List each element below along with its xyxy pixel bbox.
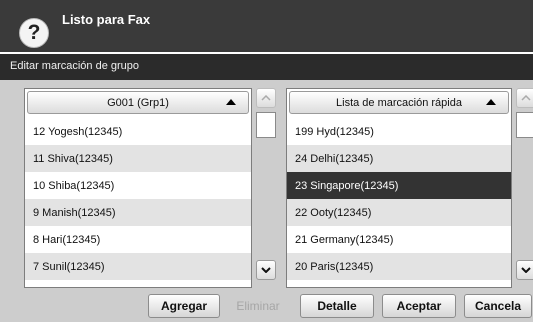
group-list-header[interactable]: G001 (Grp1) — [27, 91, 249, 114]
scroll-down-button[interactable] — [516, 260, 533, 280]
scroll-down-button[interactable] — [256, 260, 276, 280]
list-item[interactable]: 22 Ooty(12345) — [287, 199, 511, 226]
help-icon[interactable]: ? — [19, 18, 49, 48]
scroll-up-button[interactable] — [516, 88, 533, 108]
list-item-selected[interactable]: 23 Singapore(12345) — [287, 172, 511, 199]
list-item[interactable]: 20 Paris(12345) — [287, 253, 511, 280]
scroll-thumb[interactable] — [256, 112, 276, 138]
chevron-up-icon — [261, 95, 271, 101]
chevron-down-icon — [521, 267, 531, 273]
list-item[interactable]: 10 Shiba(12345) — [25, 172, 251, 199]
list-item[interactable]: 7 Sunil(12345) — [25, 253, 251, 280]
cancel-button[interactable]: Cancela — [464, 294, 532, 318]
speed-dial-list-title: Lista de marcación rápida — [336, 96, 462, 109]
chevron-up-icon — [521, 95, 531, 101]
delete-button[interactable]: Eliminar — [224, 294, 292, 318]
group-scrollbar[interactable] — [256, 88, 276, 288]
group-list-title: G001 (Grp1) — [107, 96, 169, 109]
chevron-down-icon — [261, 267, 271, 273]
list-item[interactable]: 9 Manish(12345) — [25, 199, 251, 226]
sort-up-icon — [486, 99, 496, 105]
speed-dial-list: Lista de marcación rápida 199 Hyd(12345)… — [286, 88, 512, 288]
speed-dial-list-header[interactable]: Lista de marcación rápida — [289, 91, 509, 114]
page-title: Editar marcación de grupo — [10, 60, 140, 72]
scroll-up-button[interactable] — [256, 88, 276, 108]
speed-dial-scrollbar[interactable] — [516, 88, 533, 288]
scroll-thumb[interactable] — [516, 112, 533, 138]
list-item[interactable]: 199 Hyd(12345) — [287, 118, 511, 145]
accept-button[interactable]: Aceptar — [382, 294, 456, 318]
list-item[interactable]: 8 Hari(12345) — [25, 226, 251, 253]
sort-up-icon — [226, 99, 236, 105]
status-text: Listo para Fax — [62, 12, 151, 27]
add-button[interactable]: Agregar — [148, 294, 220, 318]
list-item[interactable]: 24 Delhi(12345) — [287, 145, 511, 172]
group-list: G001 (Grp1) 12 Yogesh(12345) 11 Shiva(12… — [24, 88, 252, 288]
list-item[interactable]: 11 Shiva(12345) — [25, 145, 251, 172]
list-item[interactable]: 12 Yogesh(12345) — [25, 118, 251, 145]
detail-button[interactable]: Detalle — [300, 294, 374, 318]
list-item[interactable]: 21 Germany(12345) — [287, 226, 511, 253]
